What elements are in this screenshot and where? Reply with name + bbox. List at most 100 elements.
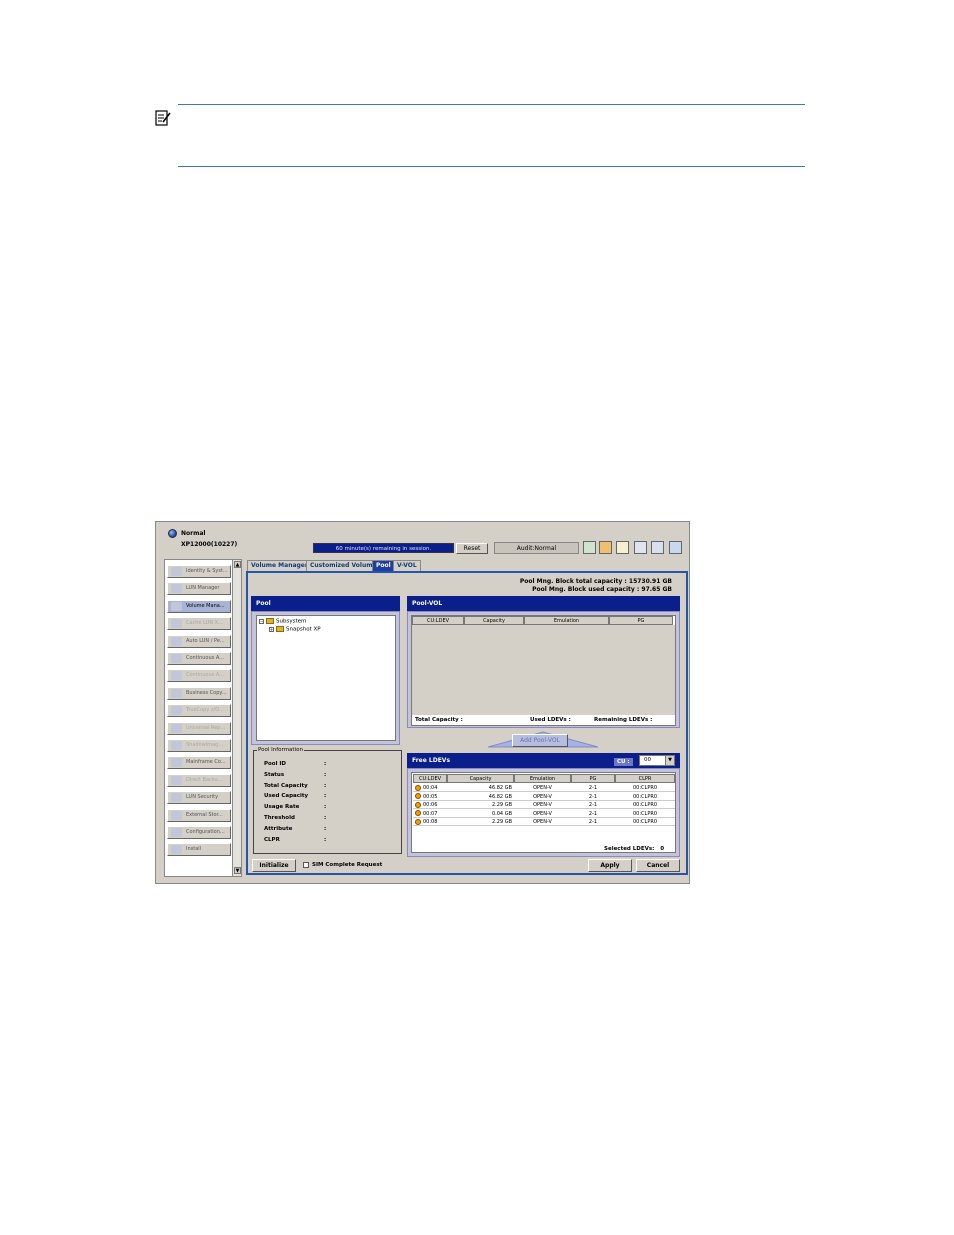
sidebar-item[interactable]: Continuous A...	[167, 652, 231, 665]
sidebar-item[interactable]: LUN Security	[167, 791, 231, 805]
sidebar-scrollbar[interactable]: ▲ ▼	[232, 559, 242, 877]
sidebar-item[interactable]: Shadowimag...	[167, 739, 231, 752]
program-icon	[171, 671, 182, 681]
cancel-button[interactable]: Cancel	[636, 859, 680, 872]
used-capacity-value: 97.65 GB	[641, 586, 672, 593]
table-row[interactable]: 00:05 46.82 GB OPEN-V 2-1 00:CLPR0	[412, 793, 675, 801]
tree-collapse-icon[interactable]: −	[259, 618, 264, 624]
pool-info-label: Total Capacity	[264, 782, 308, 789]
sidebar-item[interactable]: Volume Mana...	[167, 599, 231, 613]
alert-icon[interactable]	[599, 541, 612, 554]
pool-info-colon: :	[324, 804, 327, 811]
cell-text: 2-1	[588, 785, 598, 791]
program-icon	[171, 688, 182, 698]
add-pool-vol-button[interactable]: Add Pool-VOL	[512, 734, 568, 747]
reset-button[interactable]: Reset	[456, 543, 488, 554]
sidebar-item[interactable]: Business Copy...	[167, 686, 231, 700]
free-ldevs-column-header[interactable]: PG	[571, 774, 615, 783]
pool-tree[interactable]: − Subsystem + Snapshot XP	[256, 615, 396, 741]
program-icon	[171, 758, 182, 768]
total-capacity-value: 15730.91 GB	[628, 578, 672, 585]
sidebar-item[interactable]: Universal Rep...	[167, 721, 231, 735]
program-icon	[171, 845, 182, 855]
free-ldevs-column-header[interactable]: CU:LDEV	[413, 774, 447, 783]
sidebar-item[interactable]: TrueCopy z/O...	[167, 704, 231, 718]
pool-vol-col-cu-ldev[interactable]: CU:LDEV	[412, 616, 464, 625]
sidebar-item-label: Install	[186, 846, 202, 853]
pool-vol-col-capacity[interactable]: Capacity	[464, 616, 524, 625]
scroll-up-icon[interactable]: ▲	[234, 561, 241, 568]
table-cell: 00:CLPR0	[615, 810, 675, 818]
chevron-down-icon[interactable]: ▼	[665, 756, 674, 765]
sidebar-item[interactable]: Direct Backu...	[167, 773, 231, 787]
sidebar-item[interactable]: Identity & Syst...	[167, 565, 231, 578]
pool-information-box: Pool Information Pool ID: Status: Total Ca…	[253, 747, 402, 854]
refresh-icon[interactable]	[651, 541, 664, 554]
sidebar-item-label: Identity & Syst...	[186, 568, 228, 574]
report-icon[interactable]	[583, 541, 596, 554]
tab-pool[interactable]: Pool	[372, 560, 395, 571]
sidebar-item[interactable]: LUN Manager	[167, 582, 231, 596]
sidebar-item-label: Universal Rep...	[186, 724, 226, 731]
edit-icon[interactable]	[616, 541, 629, 554]
pool-info-colon: :	[324, 782, 327, 789]
program-icon	[171, 567, 182, 576]
tab-volume-manager[interactable]: Volume Manager	[247, 560, 312, 571]
sidebar-item[interactable]: Install	[167, 843, 231, 857]
table-cell: 2-1	[571, 793, 615, 801]
cu-select-value: 00	[644, 757, 651, 763]
table-cell: OPEN-V	[514, 818, 571, 826]
free-ldevs-column-header[interactable]: Emulation	[514, 774, 571, 783]
program-icon	[171, 619, 182, 629]
cell-text: 00:CLPR0	[633, 819, 657, 825]
tree-node-subsystem[interactable]: − Subsystem	[259, 618, 306, 625]
tab-v-vol[interactable]: V-VOL	[393, 560, 421, 571]
table-cell: 00:05	[413, 793, 447, 801]
tree-node-snapshot-xp[interactable]: + Snapshot XP	[269, 626, 321, 633]
table-row[interactable]: 00:06 2.29 GB OPEN-V 2-1 00:CLPR0	[412, 801, 675, 809]
pool-vol-table[interactable]	[411, 615, 676, 726]
free-ldevs-column-header[interactable]: CLPR	[615, 774, 675, 783]
table-cell: 2-1	[571, 818, 615, 826]
program-icon	[171, 723, 182, 733]
sidebar-item[interactable]: Auto LUN / Pe...	[167, 634, 231, 648]
free-ldevs-column-header[interactable]: Capacity	[447, 774, 514, 783]
cell-text: 00:07	[423, 810, 438, 817]
pool-vol-col-pg[interactable]: PG	[609, 616, 673, 625]
sidebar-item[interactable]: External Stor...	[167, 808, 231, 822]
sidebar-item[interactable]: Mainframe Co...	[167, 756, 231, 770]
audit-status: Audit:Normal	[494, 542, 579, 554]
tab-customized-volume[interactable]: Customized Volume	[306, 560, 381, 571]
pool-vol-used-ldevs: Used LDEVs :	[530, 717, 571, 723]
status-text: Normal	[181, 530, 206, 537]
ldev-icon	[415, 793, 421, 799]
table-cell: OPEN-V	[514, 784, 571, 792]
cell-text: 00:CLPR0	[633, 793, 657, 800]
apply-button[interactable]: Apply	[588, 859, 632, 872]
selected-ldevs: Selected LDEVs: 0	[604, 846, 665, 852]
exit-icon[interactable]	[669, 541, 682, 554]
table-row[interactable]: 00:08 2.29 GB OPEN-V 2-1 00:CLPR0	[412, 818, 675, 826]
tree-expand-icon[interactable]: +	[269, 626, 274, 632]
table-cell: 46.82 GB	[447, 793, 514, 801]
pool-info-colon: :	[324, 761, 327, 767]
program-icon	[171, 654, 182, 663]
initialize-button[interactable]: Initialize	[252, 859, 296, 872]
pool-vol-remaining-ldevs: Remaining LDEVs :	[594, 717, 653, 723]
sidebar-item[interactable]: Cache LUN X...	[167, 617, 231, 631]
pool-info-label: Used Capacity	[264, 793, 309, 800]
search-icon[interactable]	[634, 541, 647, 554]
pool-info-colon: :	[324, 815, 327, 821]
cu-select[interactable]: 00 ▼	[639, 755, 675, 766]
sidebar-item[interactable]: Continuous A...	[167, 669, 231, 683]
scroll-down-icon[interactable]: ▼	[234, 867, 241, 874]
free-ldevs-table[interactable]: CU:LDEV Capacity Emulation PG CLPR 00:04 46.82…	[411, 772, 676, 853]
table-row[interactable]: 00:04 46.82 GB OPEN-V 2-1 00:CLPR0	[412, 784, 675, 792]
sim-complete-checkbox[interactable]	[303, 862, 309, 868]
table-row[interactable]: 00:07 0.04 GB OPEN-V 2-1 00:CLPR0	[412, 810, 675, 818]
folder-icon	[276, 626, 284, 632]
pool-vol-col-emulation[interactable]: Emulation	[524, 616, 609, 625]
program-icon	[171, 706, 182, 716]
cell-text: 00:CLPR0	[633, 802, 657, 808]
sidebar-item[interactable]: Configuration...	[167, 826, 231, 839]
